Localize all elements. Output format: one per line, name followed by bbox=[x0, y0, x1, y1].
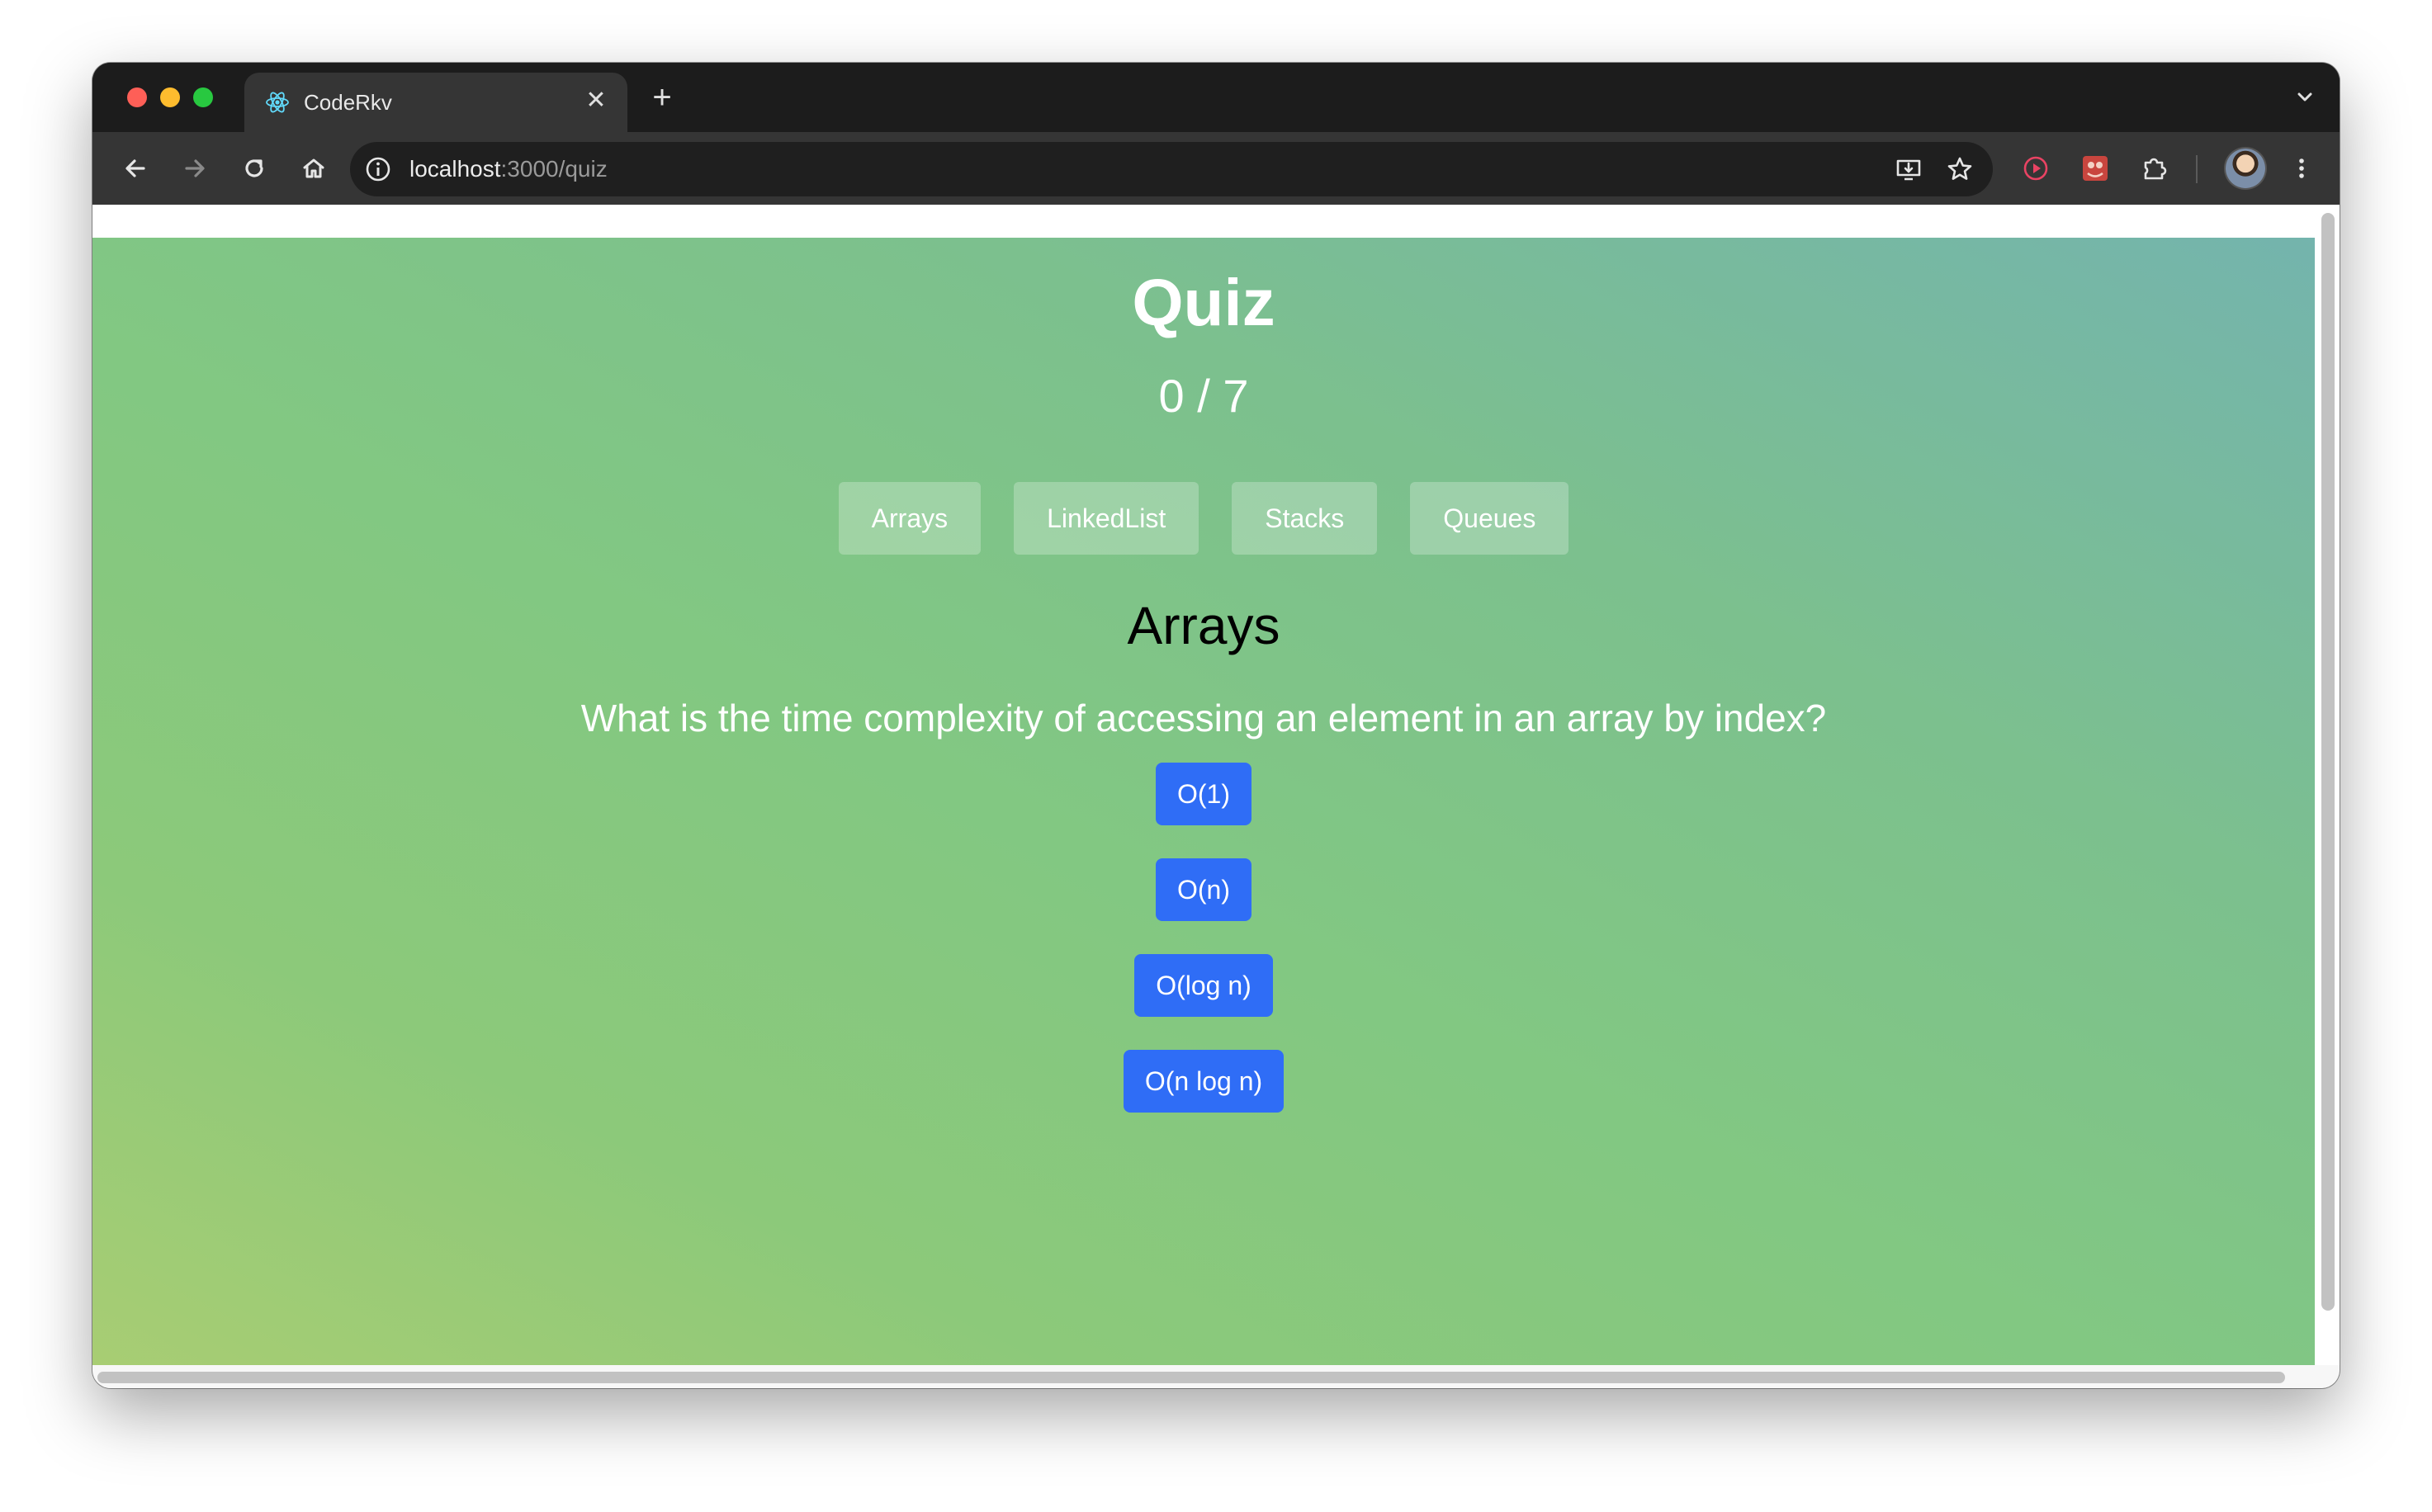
home-icon bbox=[303, 158, 324, 178]
extension-video-button[interactable] bbox=[2018, 150, 2054, 187]
tab-close-icon[interactable]: ✕ bbox=[581, 86, 611, 116]
url-text[interactable]: localhost:3000/quiz bbox=[409, 155, 608, 183]
browser-window: CodeRkv ✕ + localhost:3000/quiz Quiz 0 /… bbox=[92, 63, 2340, 1388]
category-queues-button[interactable]: Queues bbox=[1410, 482, 1569, 555]
maximize-window-button[interactable] bbox=[193, 87, 213, 107]
install-app-icon[interactable] bbox=[1894, 154, 1923, 184]
forward-arrow-icon bbox=[185, 159, 205, 177]
forward-button[interactable] bbox=[177, 150, 213, 187]
reload-icon bbox=[245, 159, 263, 177]
new-tab-button[interactable]: + bbox=[644, 79, 680, 116]
page-title: Quiz bbox=[1132, 266, 1275, 339]
more-vertical-icon bbox=[2299, 158, 2304, 178]
browser-menu-button[interactable] bbox=[2283, 150, 2320, 187]
url-path: :3000/quiz bbox=[500, 156, 608, 182]
quiz-page: Quiz 0 / 7 Arrays LinkedList Stacks Queu… bbox=[92, 238, 2315, 1365]
browser-toolbar: localhost:3000/quiz bbox=[92, 132, 2340, 205]
category-stacks-button[interactable]: Stacks bbox=[1232, 482, 1378, 555]
minimize-window-button[interactable] bbox=[160, 87, 180, 107]
answer-options: O(1) O(n) O(log n) O(n log n) bbox=[92, 763, 2315, 1113]
back-arrow-icon bbox=[125, 159, 145, 177]
tab-strip: CodeRkv ✕ + bbox=[92, 63, 2340, 132]
url-host: localhost bbox=[409, 156, 501, 182]
category-tabs: Arrays LinkedList Stacks Queues bbox=[92, 482, 2315, 555]
site-info-icon[interactable] bbox=[363, 154, 393, 184]
answer-option-3[interactable]: O(log n) bbox=[1134, 954, 1273, 1017]
answer-option-2[interactable]: O(n) bbox=[1156, 858, 1251, 921]
chevron-down-icon[interactable] bbox=[2288, 81, 2321, 114]
puzzle-piece-icon bbox=[2144, 158, 2167, 180]
bookmark-star-icon[interactable] bbox=[1945, 154, 1975, 184]
horizontal-scrollbar[interactable] bbox=[97, 1372, 2285, 1383]
toolbar-divider bbox=[2196, 155, 2198, 183]
vertical-scrollbar[interactable] bbox=[2321, 213, 2335, 1311]
tab-title: CodeRkv bbox=[304, 90, 392, 115]
category-heading: Arrays bbox=[1127, 596, 1280, 655]
category-arrays-button[interactable]: Arrays bbox=[838, 482, 982, 555]
answer-option-1[interactable]: O(1) bbox=[1156, 763, 1251, 825]
tab-coderkv[interactable]: CodeRkv ✕ bbox=[244, 73, 627, 132]
question-text: What is the time complexity of accessing… bbox=[580, 697, 1827, 739]
score-counter: 0 / 7 bbox=[1158, 370, 1249, 422]
back-button[interactable] bbox=[117, 150, 154, 187]
home-button[interactable] bbox=[296, 150, 332, 187]
profile-avatar[interactable] bbox=[2226, 149, 2265, 188]
category-linkedlist-button[interactable]: LinkedList bbox=[1014, 482, 1199, 555]
address-bar[interactable]: localhost:3000/quiz bbox=[350, 142, 1993, 196]
close-window-button[interactable] bbox=[127, 87, 147, 107]
answer-option-4[interactable]: O(n log n) bbox=[1123, 1050, 1285, 1113]
extensions-button[interactable] bbox=[2136, 150, 2173, 187]
extension-red-button[interactable] bbox=[2077, 150, 2113, 187]
react-icon bbox=[266, 92, 289, 113]
reload-button[interactable] bbox=[236, 150, 272, 187]
page-viewport: Quiz 0 / 7 Arrays LinkedList Stacks Queu… bbox=[92, 205, 2340, 1388]
extension-badge-icon bbox=[2083, 156, 2108, 181]
play-circle-icon bbox=[2023, 156, 2048, 181]
